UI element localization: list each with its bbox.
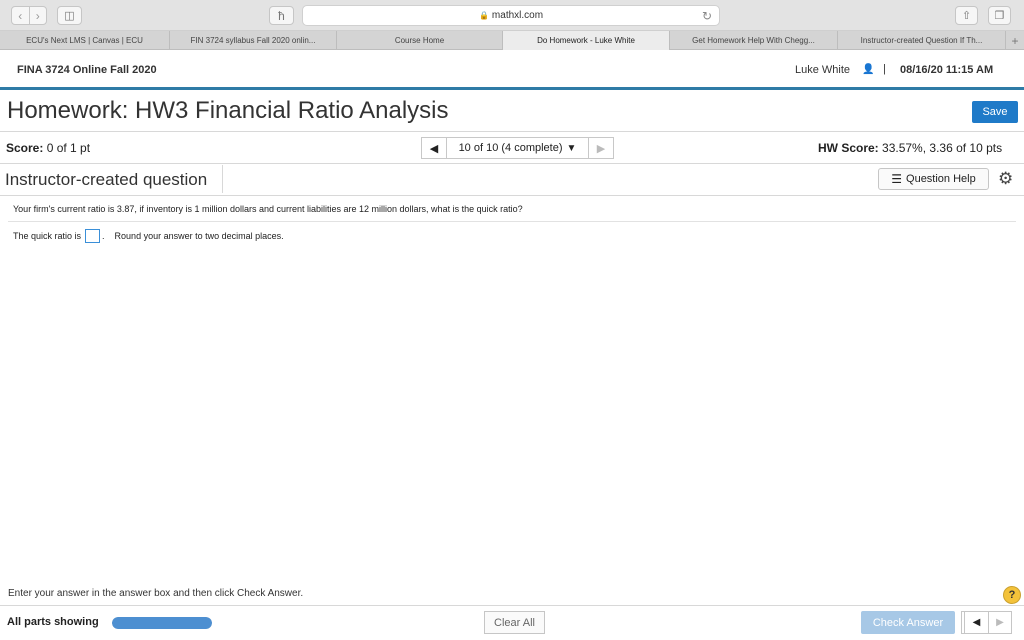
question-selector-label: 10 of 10 (4 complete) <box>458 142 563 154</box>
tab-do-homework[interactable]: Do Homework - Luke White <box>503 31 670 50</box>
divider <box>0 605 1024 606</box>
hw-score: HW Score: 33.57%, 3.36 of 10 pts <box>818 141 1002 155</box>
back-icon[interactable]: ‹ <box>12 7 30 24</box>
parts-label: All parts showing <box>7 616 99 628</box>
caret-down-icon: ▼ <box>566 142 577 154</box>
divider <box>8 221 1016 222</box>
footer-question-nav: ◀ ▶ <box>961 611 1012 634</box>
tabs-overview-icon[interactable]: ❐ <box>988 6 1011 25</box>
clear-all-button[interactable]: Clear All <box>484 611 545 634</box>
prev-question-icon[interactable]: ◀ <box>965 612 988 633</box>
header-separator: | <box>883 63 886 75</box>
tab-course-home[interactable]: Course Home <box>337 31 503 50</box>
question-navigator: ◀ 10 of 10 (4 complete) ▼ ▶ <box>421 137 614 159</box>
answer-input[interactable] <box>85 229 101 243</box>
course-header: FINA 3724 Online Fall 2020 Luke White 👤 … <box>0 50 1024 90</box>
hw-score-value: 33.57%, 3.36 of 10 pts <box>882 141 1003 155</box>
score-value: 0 of 1 pt <box>46 141 91 155</box>
lock-icon: 🔒 <box>478 11 489 20</box>
browser-toolbar: ‹ › ◫ ћ 🔒 mathxl.com ↻ ⇧ ❐ <box>0 0 1024 31</box>
answer-prefix: The quick ratio is <box>13 231 82 241</box>
next-question-icon[interactable]: ▶ <box>589 138 613 158</box>
datetime: 08/16/20 11:15 AM <box>900 64 994 76</box>
check-answer-button[interactable]: Check Answer <box>861 611 955 634</box>
history-nav: ‹ › <box>11 6 47 25</box>
tab-canvas[interactable]: ECU's Next LMS | Canvas | ECU <box>0 31 170 50</box>
list-icon: ☰ <box>891 172 903 186</box>
user-icon[interactable]: 👤 <box>862 64 874 75</box>
address-bar[interactable]: 🔒 mathxl.com ↻ <box>302 5 720 26</box>
tab-bar: ECU's Next LMS | Canvas | ECU FIN 3724 s… <box>0 31 1024 50</box>
page-title: Homework: HW3 Financial Ratio Analysis <box>7 97 449 124</box>
divider <box>0 131 1024 132</box>
parts-progress-fill <box>112 617 212 629</box>
question-heading: Instructor-created question <box>5 170 208 189</box>
hw-score-label: HW Score: <box>818 141 879 155</box>
share-icon[interactable]: ⇧ <box>955 6 978 25</box>
round-note: Round your answer to two decimal places. <box>114 231 284 241</box>
forward-icon[interactable]: › <box>30 7 47 24</box>
divider <box>222 165 223 193</box>
tab-chegg[interactable]: Get Homework Help With Chegg... <box>670 31 838 50</box>
reader-icon[interactable]: ћ <box>269 6 294 25</box>
user-name[interactable]: Luke White <box>795 64 850 76</box>
next-question-icon[interactable]: ▶ <box>988 612 1011 633</box>
sidebar-icon[interactable]: ◫ <box>57 6 82 25</box>
divider <box>0 195 1024 196</box>
help-icon[interactable]: ? <box>1003 586 1021 604</box>
tab-instructor-question[interactable]: Instructor-created Question If Th... <box>838 31 1006 50</box>
prev-question-icon[interactable]: ◀ <box>422 138 446 158</box>
course-title: FINA 3724 Online Fall 2020 <box>17 64 157 76</box>
reload-icon[interactable]: ↻ <box>702 9 712 23</box>
answer-line: The quick ratio is . Round your answer t… <box>13 229 284 243</box>
instructions: Enter your answer in the answer box and … <box>8 588 304 599</box>
score-label: Score: <box>6 141 44 155</box>
parts-progress-bar <box>112 617 212 629</box>
answer-suffix: . <box>102 231 105 241</box>
gear-icon[interactable]: ⚙ <box>998 169 1013 189</box>
save-button[interactable]: Save <box>972 101 1018 123</box>
url-text: mathxl.com <box>491 10 544 21</box>
tab-syllabus[interactable]: FIN 3724 syllabus Fall 2020 onlin... <box>170 31 337 50</box>
divider <box>0 163 1024 164</box>
question-selector[interactable]: 10 of 10 (4 complete) ▼ <box>446 138 589 158</box>
new-tab-button[interactable]: + <box>1006 31 1024 50</box>
question-help-button[interactable]: ☰ Question Help <box>878 168 989 190</box>
question-text: Your firm's current ratio is 3.87, if in… <box>13 204 523 214</box>
question-help-label: Question Help <box>906 173 976 185</box>
score: Score: 0 of 1 pt <box>6 141 90 155</box>
